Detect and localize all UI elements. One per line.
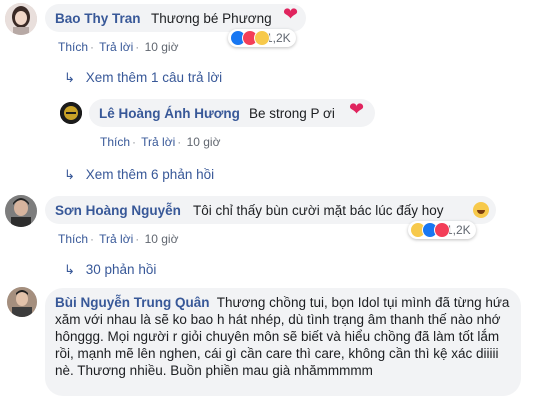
comment-time[interactable]: 10 giờ: [187, 135, 221, 149]
view-more-label: 30 phản hồi: [85, 262, 157, 277]
avatar[interactable]: [7, 287, 37, 317]
like-link[interactable]: Thích: [58, 232, 88, 246]
comment-body: Bùi Nguyễn Trung Quân Thương chồng tui, …: [55, 294, 510, 379]
avatar-photo: [60, 102, 82, 124]
view-more-label: Xem thêm 6 phản hồi: [85, 167, 215, 182]
laughing-face-icon: [473, 202, 489, 218]
view-more-replies[interactable]: ↳ Xem thêm 1 câu trả lời: [64, 70, 222, 86]
reply-author[interactable]: Lê Hoàng Ánh Hương: [99, 105, 240, 122]
love-reaction-icon: [434, 222, 450, 238]
reply-link[interactable]: Trả lời: [141, 135, 175, 149]
view-more-label: Xem thêm 1 câu trả lời: [85, 70, 223, 85]
avatar[interactable]: [60, 102, 82, 124]
avatar[interactable]: [5, 3, 37, 35]
heart-icon: ❤: [349, 99, 365, 119]
like-link[interactable]: Thích: [58, 40, 88, 54]
comment-text: Thương bé Phương: [151, 11, 272, 26]
avatar-photo: [7, 287, 37, 317]
avatar-photo: [5, 3, 37, 35]
like-link[interactable]: Thích: [100, 135, 130, 149]
comment-author[interactable]: Sơn Hoàng Nguyễn: [55, 202, 181, 219]
view-more-replies[interactable]: ↳ Xem thêm 6 phản hồi: [64, 167, 214, 183]
comment-actions: Thích · Trả lời · 10 giờ: [58, 40, 179, 54]
comment-text: Tôi chỉ thấy bùn cười mặt bác lúc đấy ho…: [193, 203, 444, 218]
haha-reaction-icon: [254, 30, 270, 46]
reply-actions: Thích · Trả lời · 10 giờ: [100, 135, 221, 149]
comment-bubble: Sơn Hoàng Nguyễn Tôi chỉ thấy bùn cười m…: [45, 196, 496, 224]
comment-bubble: Bùi Nguyễn Trung Quân Thương chồng tui, …: [45, 288, 521, 396]
comment-time[interactable]: 10 giờ: [145, 40, 179, 54]
heart-icon: ❤: [283, 4, 299, 24]
comment-author[interactable]: Bùi Nguyễn Trung Quân: [55, 295, 210, 310]
avatar-photo: [5, 195, 37, 227]
comment-author[interactable]: Bao Thy Tran: [55, 10, 141, 27]
reply-arrow-icon: ↳: [64, 167, 75, 182]
comment-bubble: Bao Thy Tran Thương bé Phương ❤: [45, 4, 306, 32]
reaction-summary[interactable]: 1,2K: [228, 29, 296, 47]
view-more-replies[interactable]: ↳ 30 phản hồi: [64, 262, 156, 278]
comment-time[interactable]: 10 giờ: [145, 232, 179, 246]
reply-text: Be strong P ơi: [249, 106, 335, 121]
reply-link[interactable]: Trả lời: [99, 40, 133, 54]
reaction-summary[interactable]: 1,2K: [408, 221, 476, 239]
avatar[interactable]: [5, 195, 37, 227]
reply-link[interactable]: Trả lời: [99, 232, 133, 246]
reply-arrow-icon: ↳: [64, 70, 75, 85]
comment-actions: Thích · Trả lời · 10 giờ: [58, 232, 179, 246]
reply-bubble: Lê Hoàng Ánh Hương Be strong P ơi ❤: [89, 99, 375, 127]
reply-arrow-icon: ↳: [64, 262, 75, 277]
